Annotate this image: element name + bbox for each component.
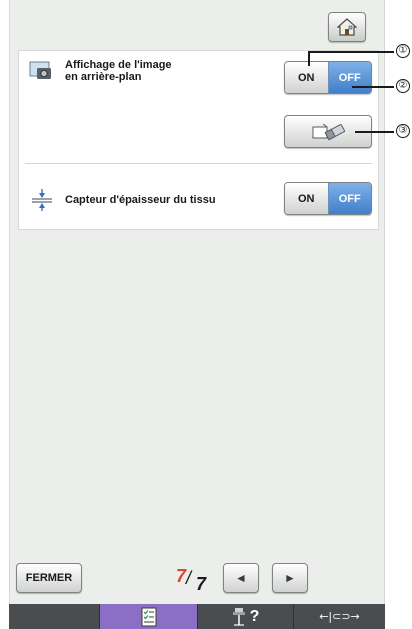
toggle-on[interactable]: ON <box>285 183 328 214</box>
callout-1: ① <box>396 44 410 58</box>
toggle-off[interactable]: OFF <box>327 183 371 214</box>
settings-list-tab[interactable] <box>99 604 197 629</box>
page-slash: / <box>186 568 192 588</box>
row-divider <box>25 163 372 164</box>
background-image-label-line2: en arrière-plan <box>65 71 142 83</box>
left-arrow-icon: ◄ <box>235 571 247 585</box>
toggle-on[interactable]: ON <box>285 62 328 93</box>
right-arrow-icon: ► <box>284 571 296 585</box>
callout-1-line <box>308 51 394 53</box>
callout-1-vline <box>308 52 310 66</box>
background-image-label-line1: Affichage de l'image <box>65 59 172 71</box>
background-image-toggle[interactable]: ON OFF <box>284 61 372 94</box>
page-total: 7 <box>196 574 207 594</box>
help-tab[interactable]: ? <box>197 604 293 629</box>
width-adjust-tab[interactable]: ←|⊂⊃→ <box>293 604 385 629</box>
home-icon <box>337 18 357 36</box>
prev-page-button[interactable]: ◄ <box>223 563 259 593</box>
callout-3: ③ <box>396 124 410 138</box>
thickness-sensor-icon <box>32 189 52 211</box>
settings-list-icon <box>141 607 156 626</box>
background-image-label: Affichage de l'image en arrière-plan <box>65 59 172 83</box>
needle-icon <box>232 607 245 626</box>
callout-2: ② <box>396 79 410 93</box>
page-current: 7 <box>176 566 187 586</box>
width-adjust-icon: ←|⊂⊃→ <box>319 610 360 623</box>
toggle-off[interactable]: OFF <box>327 62 371 93</box>
thickness-sensor-label: Capteur d'épaisseur du tissu <box>65 194 216 206</box>
eraser-icon <box>312 123 345 140</box>
settings-panel: Affichage de l'image en arrière-plan ON … <box>18 50 379 230</box>
thickness-sensor-toggle[interactable]: ON OFF <box>284 182 372 215</box>
camera-image-icon <box>29 61 51 79</box>
close-button[interactable]: FERMER <box>16 563 82 593</box>
page-indicator: 7 / 7 <box>176 566 216 594</box>
bottom-bar-blank <box>9 604 99 629</box>
callout-3-line <box>355 131 394 133</box>
home-button[interactable] <box>328 12 366 42</box>
bottom-bar: ? ←|⊂⊃→ <box>9 604 385 629</box>
next-page-button[interactable]: ► <box>272 563 308 593</box>
callout-2-line <box>352 86 394 88</box>
help-icon: ? <box>249 607 260 625</box>
